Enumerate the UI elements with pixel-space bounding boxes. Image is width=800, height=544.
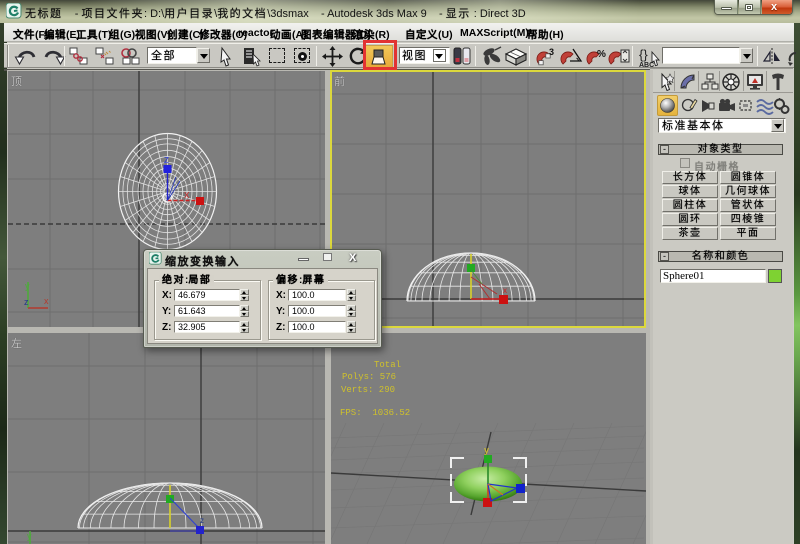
svg-text:X: X [184,191,190,200]
svg-text:x: x [503,286,507,295]
svg-text:y: y [25,281,30,291]
svg-text:3: 3 [549,47,554,57]
svg-text:z: z [200,516,204,525]
svg-text:{}: {} [639,47,648,62]
svg-text:y: y [484,445,489,455]
svg-text:Polys: 576: Polys: 576 [342,372,396,382]
svg-text:x: x [44,296,49,306]
svg-text:Verts: 290: Verts: 290 [341,385,395,395]
svg-text:y: y [27,531,32,541]
svg-text:%: % [597,49,606,60]
svg-text:Total: Total [374,360,401,370]
svg-text:z: z [24,297,29,307]
svg-text:Z: Z [164,156,169,165]
svg-text:FPS: 1036.52: FPS: 1036.52 [340,408,410,418]
